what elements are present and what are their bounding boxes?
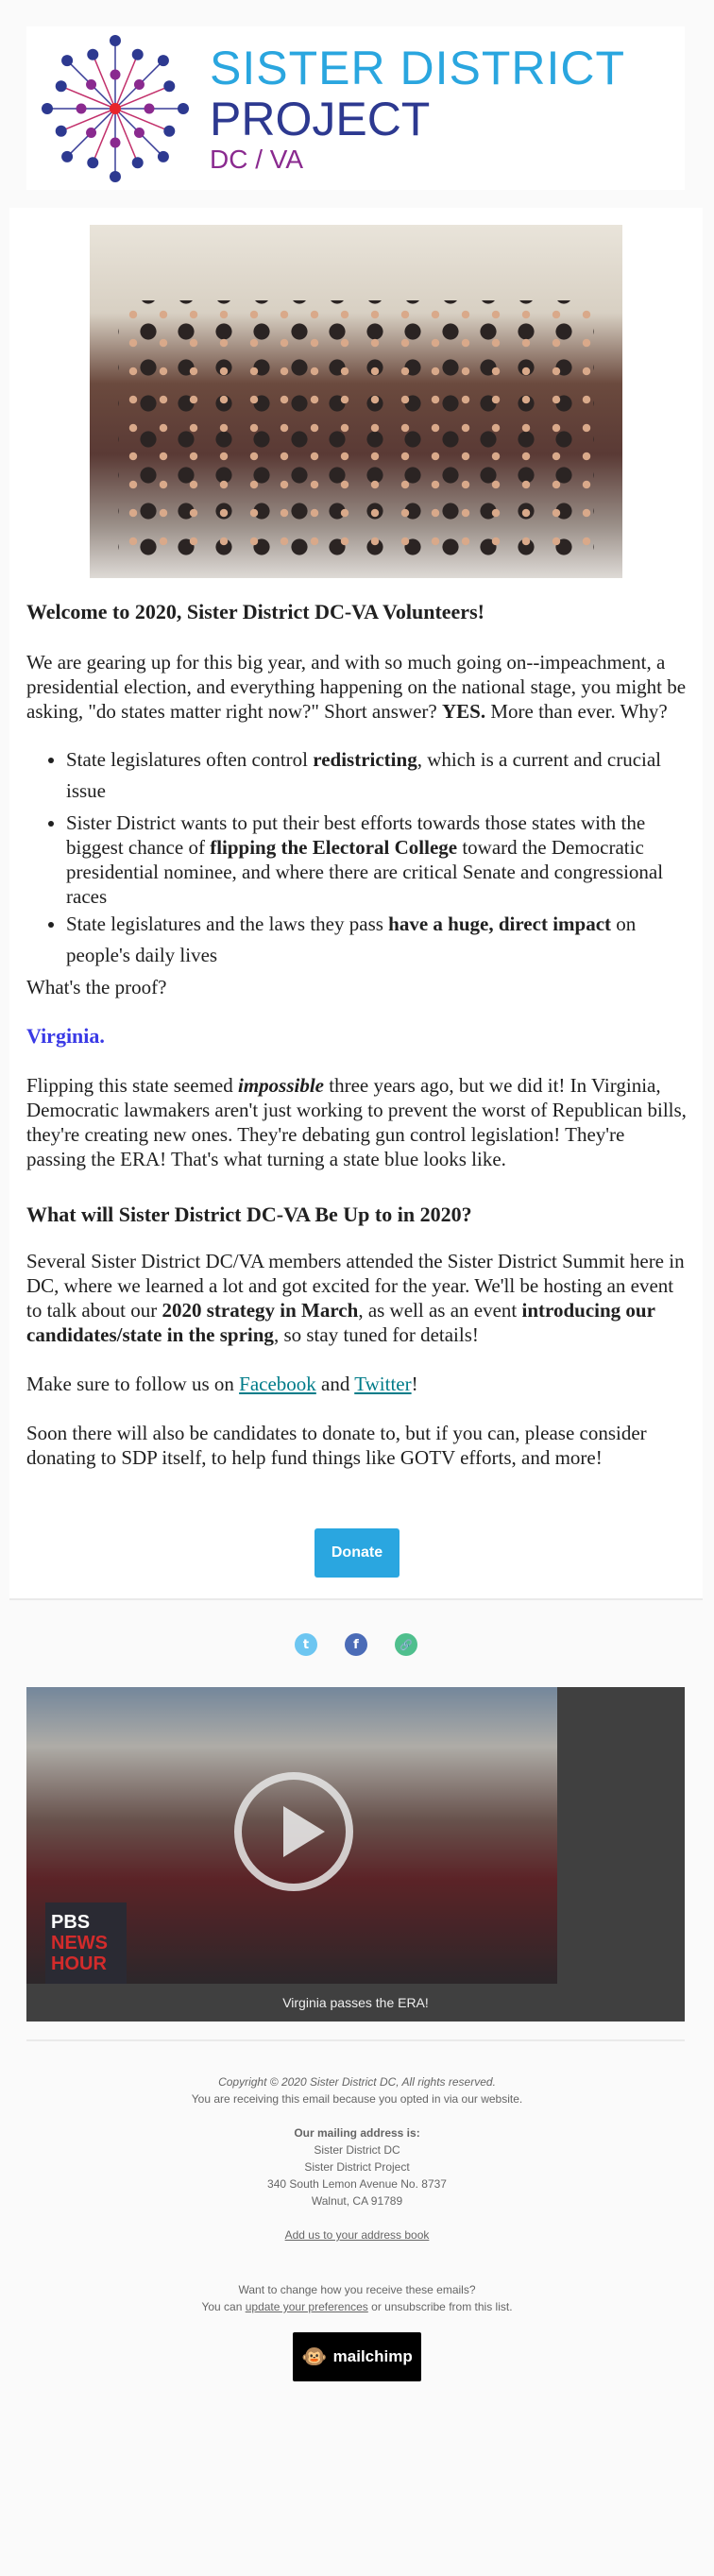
list-item: State legislatures often control redistr… [66,744,688,807]
mailchimp-badge[interactable]: 🐵 mailchimp [293,2332,421,2381]
update-preferences-link[interactable]: update your preferences [246,2300,368,2313]
address-line: Walnut, CA 91789 [311,2194,403,2208]
facebook-share-icon[interactable]: f [345,1633,367,1656]
summit-paragraph: Several Sister District DC/VA members at… [26,1250,685,1346]
email-body-card: Welcome to 2020, Sister District DC-VA V… [9,208,703,1600]
change-emails-text: Want to change how you receive these ema… [238,2283,476,2296]
add-address-book-link[interactable]: Add us to your address book [285,2228,430,2242]
logo-text: SISTER DISTRICT PROJECT DC / VA [210,44,625,173]
intro-paragraph: We are gearing up for this big year, and… [26,651,687,723]
flipping-paragraph: Flipping this state seemed impossible th… [26,1074,687,1170]
facebook-link[interactable]: Facebook [239,1373,316,1395]
copyright-text: Copyright © 2020 Sister District DC, All… [218,2075,496,2089]
follow-paragraph: Make sure to follow us on Facebook and T… [26,1373,418,1395]
welcome-heading: Welcome to 2020, Sister District DC-VA V… [26,600,484,623]
proof-text: What's the proof? [26,976,167,998]
divider [26,2039,685,2041]
virginia-heading: Virginia. [26,1024,105,1048]
address-line: 340 South Lemon Avenue No. 8737 [267,2177,447,2191]
logo-header: SISTER DISTRICT PROJECT DC / VA [26,26,685,190]
mailing-address-label: Our mailing address is: [294,2126,420,2140]
volunteers-group-photo [90,225,622,578]
video-embed[interactable]: PBS NEWS HOUR Virginia passes the ERA! [26,1687,685,2022]
address-line: Sister District Project [304,2160,410,2174]
play-icon[interactable] [234,1772,353,1891]
starburst-logo-icon [42,34,189,182]
twitter-share-icon[interactable]: t [295,1633,317,1656]
address-line: Sister District DC [314,2143,400,2157]
video-thumbnail[interactable]: PBS NEWS HOUR [26,1687,557,1984]
main-content: Welcome to 2020, Sister District DC-VA V… [26,599,688,1470]
footer: Copyright © 2020 Sister District DC, All… [0,2073,714,2381]
logo-line-3: DC / VA [210,144,304,174]
logo-line-2: PROJECT [210,92,431,145]
pbs-newshour-logo: PBS NEWS HOUR [45,1902,127,1984]
mailchimp-freddie-icon: 🐵 [301,2345,328,2368]
twitter-link[interactable]: Twitter [354,1373,411,1395]
video-caption: Virginia passes the ERA! [282,1995,429,2010]
donate-button[interactable]: Donate [314,1528,400,1578]
opt-in-reason: You are receiving this email because you… [191,2092,523,2106]
link-share-icon[interactable]: 🔗 [395,1633,417,1656]
plans-heading: What will Sister District DC-VA Be Up to… [26,1203,472,1226]
reasons-list: State legislatures often control redistr… [66,744,688,971]
logo-line-1: SISTER DISTRICT [210,41,626,94]
preferences-line: You can update your preferences or unsub… [201,2300,513,2313]
list-item: Sister District wants to put their best … [66,807,688,909]
list-item: State legislatures and the laws they pas… [66,909,688,971]
donate-paragraph: Soon there will also be candidates to do… [26,1422,647,1469]
